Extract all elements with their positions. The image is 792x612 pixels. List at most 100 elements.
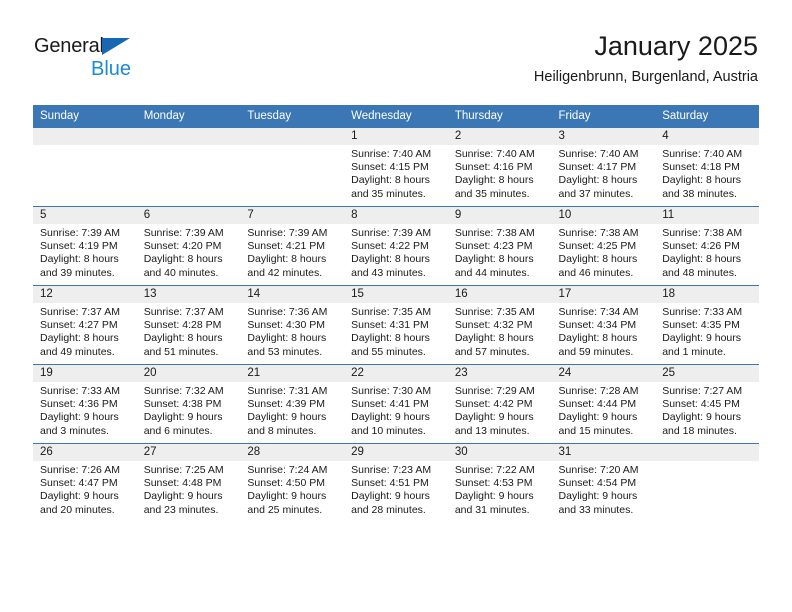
- daylight-text-line1: Daylight: 9 hours: [143, 490, 223, 503]
- daylight-text-line1: Daylight: 8 hours: [351, 332, 430, 345]
- calendar-table: Sunday Monday Tuesday Wednesday Thursday…: [33, 105, 759, 522]
- day-detail: Sunrise: 7:20 AM Sunset: 4:54 PM Daylight:…: [552, 461, 656, 517]
- calendar-day-cell[interactable]: 27 Sunrise: 7:25 AM Sunset: 4:48 PM Dayligh…: [136, 443, 241, 522]
- calendar-day-cell[interactable]: 20 Sunrise: 7:32 AM Sunset: 4:38 PM Dayligh…: [136, 364, 241, 444]
- day-number: [655, 444, 759, 461]
- day-detail: Sunrise: 7:38 AM Sunset: 4:25 PM Daylight:…: [552, 224, 656, 280]
- calendar-day-cell[interactable]: 26 Sunrise: 7:26 AM Sunset: 4:47 PM Dayligh…: [33, 443, 137, 522]
- weekday-header-saturday: Saturday: [655, 105, 759, 128]
- calendar-page: General Blue January 2025 Heiligenbrunn,…: [0, 0, 792, 612]
- calendar-day-cell[interactable]: 9 Sunrise: 7:38 AM Sunset: 4:23 PM Daylight…: [447, 206, 552, 286]
- day-detail: Sunrise: 7:34 AM Sunset: 4:34 PM Daylight:…: [552, 303, 656, 359]
- daylight-text-line1: Daylight: 9 hours: [247, 411, 327, 424]
- day-detail: Sunrise: 7:23 AM Sunset: 4:51 PM Daylight:…: [344, 461, 448, 517]
- daylight-text-line1: Daylight: 8 hours: [351, 174, 430, 187]
- calendar-week-row: 5 Sunrise: 7:39 AM Sunset: 4:19 PM Daylight…: [33, 206, 759, 286]
- sunrise-text: Sunrise: 7:36 AM: [247, 306, 328, 318]
- sunset-text: Sunset: 4:16 PM: [454, 161, 533, 174]
- sunrise-text: Sunrise: 7:38 AM: [662, 227, 743, 239]
- calendar-week-row: 12 Sunrise: 7:37 AM Sunset: 4:27 PM Dayligh…: [33, 285, 759, 365]
- calendar-day-cell[interactable]: 3 Sunrise: 7:40 AM Sunset: 4:17 PM Daylight…: [551, 127, 656, 207]
- calendar-day-cell[interactable]: 22 Sunrise: 7:30 AM Sunset: 4:41 PM Dayligh…: [344, 364, 448, 444]
- calendar-day-cell-empty: [136, 127, 241, 207]
- calendar-day-cell[interactable]: 15 Sunrise: 7:35 AM Sunset: 4:31 PM Dayligh…: [344, 285, 448, 365]
- calendar-day-cell[interactable]: 10 Sunrise: 7:38 AM Sunset: 4:25 PM Dayligh…: [551, 206, 656, 286]
- day-number: 3: [551, 128, 656, 145]
- sunrise-text: Sunrise: 7:29 AM: [454, 385, 535, 397]
- daylight-text-line2: and 10 minutes.: [351, 424, 426, 437]
- calendar-day-cell[interactable]: 21 Sunrise: 7:31 AM Sunset: 4:39 PM Dayligh…: [240, 364, 345, 444]
- calendar-day-cell[interactable]: 4 Sunrise: 7:40 AM Sunset: 4:18 PM Daylight…: [655, 127, 759, 207]
- day-number: 12: [33, 286, 137, 303]
- daylight-text-line1: Daylight: 8 hours: [454, 332, 534, 345]
- calendar-day-cell[interactable]: 31 Sunrise: 7:20 AM Sunset: 4:54 PM Dayligh…: [551, 443, 656, 522]
- daylight-text-line1: Daylight: 9 hours: [558, 490, 638, 503]
- calendar-day-cell[interactable]: 19 Sunrise: 7:33 AM Sunset: 4:36 PM Dayligh…: [33, 364, 137, 444]
- sunrise-text: Sunrise: 7:22 AM: [454, 464, 535, 476]
- day-number: 22: [344, 365, 448, 382]
- daylight-text-line1: Daylight: 8 hours: [40, 332, 119, 345]
- day-detail: Sunrise: 7:39 AM Sunset: 4:22 PM Daylight:…: [344, 224, 448, 280]
- daylight-text-line1: Daylight: 8 hours: [247, 332, 327, 345]
- daylight-text-line2: and 13 minutes.: [454, 424, 530, 437]
- sunset-text: Sunset: 4:51 PM: [351, 477, 429, 490]
- calendar-day-cell[interactable]: 14 Sunrise: 7:36 AM Sunset: 4:30 PM Dayligh…: [240, 285, 345, 365]
- calendar-day-cell[interactable]: 8 Sunrise: 7:39 AM Sunset: 4:22 PM Daylight…: [344, 206, 448, 286]
- page-subtitle: Heiligenbrunn, Burgenland, Austria: [533, 69, 758, 85]
- general-blue-logo[interactable]: General Blue: [34, 36, 254, 88]
- daylight-text-line2: and 33 minutes.: [558, 503, 634, 516]
- calendar-day-cell[interactable]: 1 Sunrise: 7:40 AM Sunset: 4:15 PM Daylight…: [344, 127, 448, 207]
- daylight-text-line1: Daylight: 9 hours: [351, 490, 430, 503]
- day-detail: Sunrise: 7:40 AM Sunset: 4:15 PM Daylight:…: [344, 145, 448, 201]
- calendar-day-cell[interactable]: 24 Sunrise: 7:28 AM Sunset: 4:44 PM Dayligh…: [551, 364, 656, 444]
- day-detail: Sunrise: 7:39 AM Sunset: 4:19 PM Daylight:…: [33, 224, 137, 280]
- calendar-day-cell[interactable]: 28 Sunrise: 7:24 AM Sunset: 4:50 PM Dayligh…: [240, 443, 345, 522]
- day-number: 31: [551, 444, 656, 461]
- sunset-text: Sunset: 4:45 PM: [662, 398, 740, 411]
- daylight-text-line1: Daylight: 9 hours: [558, 411, 638, 424]
- calendar-day-cell[interactable]: 18 Sunrise: 7:33 AM Sunset: 4:35 PM Dayligh…: [655, 285, 759, 365]
- sunset-text: Sunset: 4:36 PM: [40, 398, 118, 411]
- day-number: 21: [240, 365, 345, 382]
- sunset-text: Sunset: 4:18 PM: [662, 161, 740, 174]
- sunset-text: Sunset: 4:32 PM: [454, 319, 533, 332]
- calendar-week-row: 19 Sunrise: 7:33 AM Sunset: 4:36 PM Dayligh…: [33, 364, 759, 444]
- calendar-day-cell[interactable]: 30 Sunrise: 7:22 AM Sunset: 4:53 PM Dayligh…: [447, 443, 552, 522]
- sunset-text: Sunset: 4:39 PM: [247, 398, 326, 411]
- daylight-text-line1: Daylight: 8 hours: [454, 174, 534, 187]
- daylight-text-line2: and 38 minutes.: [662, 187, 737, 200]
- daylight-text-line2: and 44 minutes.: [454, 266, 530, 279]
- day-detail: Sunrise: 7:33 AM Sunset: 4:35 PM Daylight:…: [655, 303, 759, 359]
- sunrise-text: Sunrise: 7:40 AM: [454, 148, 535, 160]
- sunrise-text: Sunrise: 7:20 AM: [558, 464, 639, 476]
- calendar-day-cell[interactable]: 29 Sunrise: 7:23 AM Sunset: 4:51 PM Dayligh…: [344, 443, 448, 522]
- calendar-day-cell[interactable]: 12 Sunrise: 7:37 AM Sunset: 4:27 PM Dayligh…: [33, 285, 137, 365]
- calendar-day-cell[interactable]: 13 Sunrise: 7:37 AM Sunset: 4:28 PM Dayligh…: [136, 285, 241, 365]
- daylight-text-line2: and 31 minutes.: [454, 503, 530, 516]
- sunrise-text: Sunrise: 7:39 AM: [143, 227, 224, 239]
- calendar-day-cell[interactable]: 5 Sunrise: 7:39 AM Sunset: 4:19 PM Daylight…: [33, 206, 137, 286]
- calendar-day-cell[interactable]: 2 Sunrise: 7:40 AM Sunset: 4:16 PM Daylight…: [447, 127, 552, 207]
- calendar-day-cell[interactable]: 7 Sunrise: 7:39 AM Sunset: 4:21 PM Daylight…: [240, 206, 345, 286]
- sunset-text: Sunset: 4:30 PM: [247, 319, 326, 332]
- calendar-header-row: Sunday Monday Tuesday Wednesday Thursday…: [33, 105, 759, 128]
- daylight-text-line2: and 57 minutes.: [454, 345, 530, 358]
- day-detail: Sunrise: 7:22 AM Sunset: 4:53 PM Daylight:…: [448, 461, 552, 517]
- sunrise-text: Sunrise: 7:33 AM: [662, 306, 743, 318]
- daylight-text-line2: and 8 minutes.: [247, 424, 317, 437]
- calendar-day-cell[interactable]: 17 Sunrise: 7:34 AM Sunset: 4:34 PM Dayligh…: [551, 285, 656, 365]
- calendar-day-cell[interactable]: 11 Sunrise: 7:38 AM Sunset: 4:26 PM Dayligh…: [655, 206, 759, 286]
- sunset-text: Sunset: 4:28 PM: [143, 319, 222, 332]
- sunset-text: Sunset: 4:20 PM: [143, 240, 222, 253]
- day-detail: [33, 145, 137, 148]
- calendar-day-cell[interactable]: 23 Sunrise: 7:29 AM Sunset: 4:42 PM Dayligh…: [447, 364, 552, 444]
- sunset-text: Sunset: 4:47 PM: [40, 477, 118, 490]
- day-number: 23: [447, 365, 552, 382]
- calendar-day-cell[interactable]: 6 Sunrise: 7:39 AM Sunset: 4:20 PM Daylight…: [136, 206, 241, 286]
- day-number: [136, 128, 241, 145]
- day-number: 17: [551, 286, 656, 303]
- calendar-day-cell[interactable]: 16 Sunrise: 7:35 AM Sunset: 4:32 PM Dayligh…: [447, 285, 552, 365]
- day-number: 27: [136, 444, 241, 461]
- calendar-day-cell[interactable]: 25 Sunrise: 7:27 AM Sunset: 4:45 PM Dayligh…: [655, 364, 759, 444]
- sunset-text: Sunset: 4:42 PM: [454, 398, 533, 411]
